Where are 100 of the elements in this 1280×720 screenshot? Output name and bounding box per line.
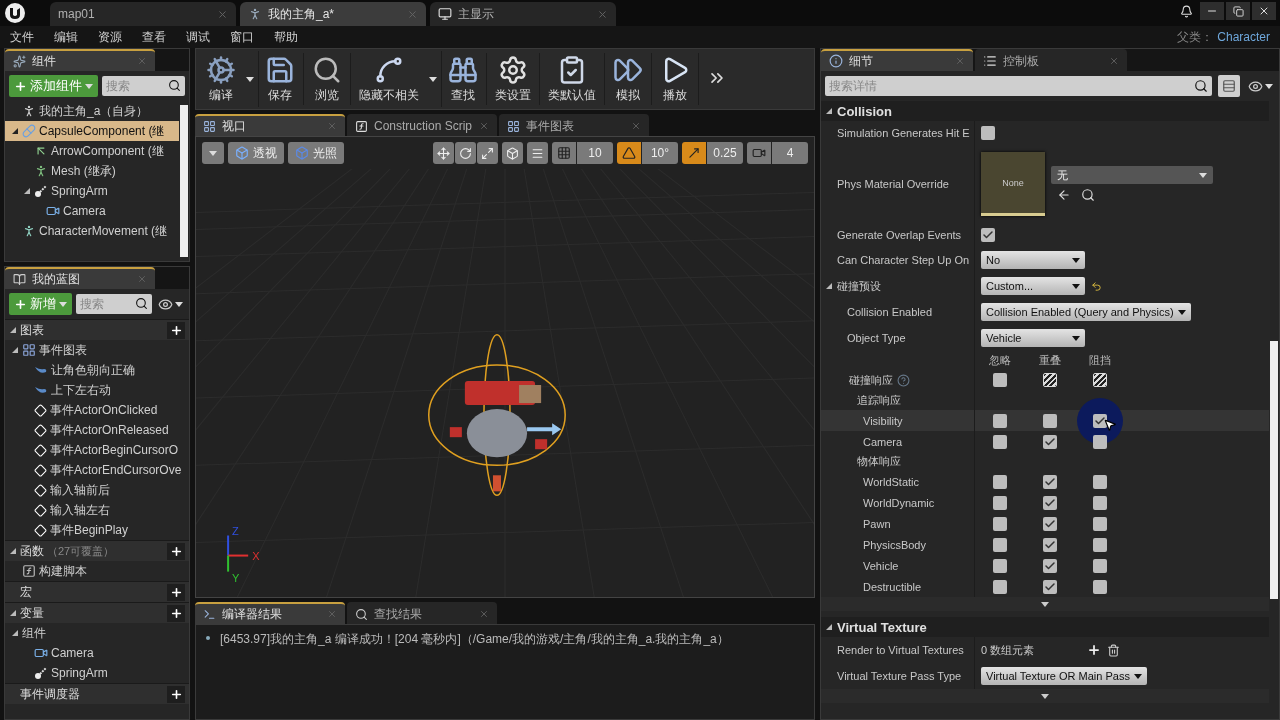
checkbox[interactable] (993, 495, 1007, 510)
tree-item[interactable]: 事件BeginPlay (5, 520, 189, 540)
section-header[interactable]: 图表 (5, 319, 189, 340)
tree-item[interactable]: 事件图表 (5, 340, 189, 360)
checkbox[interactable] (993, 373, 1007, 387)
tree-item[interactable]: 事件ActorBeginCursorO (5, 440, 189, 460)
checkbox[interactable] (1093, 579, 1107, 594)
coordinate-space-button[interactable] (502, 142, 523, 164)
disclosure-triangle[interactable] (23, 187, 31, 195)
snap-value[interactable]: 10 (577, 142, 613, 164)
checkbox[interactable] (1043, 413, 1057, 428)
help-icon[interactable] (897, 373, 910, 387)
list-view-button[interactable] (1218, 75, 1240, 97)
panel-tab[interactable]: 我的蓝图 (5, 267, 155, 289)
move-tool-button[interactable] (433, 142, 454, 164)
document-tab[interactable]: map01 (50, 2, 236, 26)
disclosure-triangle[interactable] (825, 623, 833, 631)
tree-item[interactable]: Camera (5, 643, 189, 663)
section-header[interactable]: 函数 （27可覆盖） (5, 540, 189, 561)
tree-item[interactable]: 让角色朝向正确 (5, 360, 189, 380)
tree-item[interactable]: CharacterMovement (继 (5, 221, 179, 241)
search-field[interactable]: 搜索 (102, 76, 185, 96)
panel-tab[interactable]: 组件 (5, 49, 155, 71)
dropdown[interactable]: Custom... (981, 277, 1085, 295)
panel-tab[interactable]: 控制板 (975, 49, 1127, 71)
tree-item[interactable]: SpringArm (5, 663, 189, 683)
close-icon[interactable] (597, 8, 608, 20)
tree-item[interactable]: ArrowComponent (继 (5, 141, 179, 161)
snap-value[interactable]: 4 (772, 142, 808, 164)
tree-item[interactable]: 我的主角_a（自身） (5, 101, 179, 121)
scrollbar-thumb[interactable] (1270, 341, 1278, 599)
checkbox[interactable] (993, 516, 1007, 531)
viewport-menu-button[interactable] (202, 142, 224, 164)
add-button[interactable] (167, 321, 185, 339)
checkbox[interactable] (993, 579, 1007, 594)
toolbar-button[interactable]: 隐藏不相关 (353, 51, 425, 107)
panel-tab[interactable]: 事件图表 (499, 114, 649, 136)
panel-tab[interactable]: 查找结果 (347, 602, 497, 624)
menu-item[interactable]: 帮助 (274, 28, 298, 46)
checkbox[interactable] (1043, 434, 1057, 449)
checkbox[interactable] (981, 126, 995, 140)
checkbox[interactable] (1093, 558, 1107, 573)
menu-item[interactable]: 查看 (142, 28, 166, 46)
add-button[interactable] (167, 604, 185, 622)
dropdown[interactable]: No (981, 251, 1085, 269)
panel-tab[interactable]: 视口 (195, 114, 345, 136)
rotate-tool-button[interactable] (455, 142, 476, 164)
tree-item[interactable]: 输入轴左右 (5, 500, 189, 520)
tree-item[interactable]: Mesh (继承) (5, 161, 179, 181)
disclosure-triangle[interactable] (825, 107, 833, 115)
checkbox[interactable] (1093, 495, 1107, 510)
parent-class-link[interactable]: Character (1217, 30, 1270, 44)
surface-snap-button[interactable] (527, 142, 548, 164)
panel-tab[interactable]: Construction Scrip (347, 114, 497, 136)
snap-toggle[interactable] (682, 142, 706, 164)
tree-item[interactable]: 构建脚本 (5, 561, 189, 581)
checkbox[interactable] (1093, 516, 1107, 531)
menu-item[interactable]: 编辑 (54, 28, 78, 46)
panel-tab[interactable]: 细节 (821, 49, 973, 71)
disclosure-triangle[interactable] (11, 127, 19, 135)
reset-arrow-icon[interactable] (1091, 280, 1102, 292)
checkbox[interactable] (993, 413, 1007, 428)
checkbox[interactable] (993, 537, 1007, 552)
disclosure-triangle[interactable] (11, 346, 19, 354)
checkbox[interactable] (1043, 579, 1057, 594)
panel-tab[interactable]: 编译器结果 (195, 602, 345, 624)
snap-toggle[interactable] (617, 142, 641, 164)
toolbar-button[interactable]: 查找 (442, 51, 484, 107)
disclosure-triangle[interactable] (9, 609, 17, 617)
scrollbar-thumb[interactable] (180, 105, 188, 257)
tree-item[interactable]: 事件ActorOnReleased (5, 420, 189, 440)
disclosure-triangle[interactable] (825, 282, 833, 290)
toolbar-button[interactable]: 类默认值 (542, 51, 602, 107)
trash-icon[interactable] (1107, 643, 1120, 657)
section-header[interactable]: 事件调度器 (5, 683, 189, 704)
menu-item[interactable]: 窗口 (230, 28, 254, 46)
checkbox[interactable] (1043, 495, 1057, 510)
checkbox[interactable] (981, 228, 995, 242)
tree-item[interactable]: 事件ActorEndCursorOve (5, 460, 189, 480)
checkbox[interactable] (1093, 537, 1107, 552)
disclosure-triangle[interactable] (9, 326, 17, 334)
toolbar-button[interactable]: 浏览 (306, 51, 348, 107)
add-button[interactable] (167, 542, 185, 560)
disclosure-triangle[interactable] (11, 629, 19, 637)
checkbox[interactable] (993, 474, 1007, 489)
document-tab[interactable]: 主显示 (430, 2, 616, 26)
toolbar-button[interactable]: 模拟 (607, 51, 649, 107)
tree-item[interactable]: 组件 (5, 623, 189, 643)
new-button[interactable]: 新增 (9, 293, 72, 315)
toolbar-button[interactable]: 编译 (200, 51, 242, 107)
add-button[interactable] (167, 685, 185, 703)
minimize-button[interactable] (1200, 2, 1224, 20)
dropdown[interactable]: Virtual Texture OR Main Pass (981, 667, 1147, 685)
checkbox[interactable] (993, 558, 1007, 573)
checkbox[interactable] (1043, 516, 1057, 531)
add-icon[interactable] (1087, 643, 1101, 657)
asset-dropdown[interactable]: 无 (1051, 166, 1213, 184)
checkbox[interactable] (1043, 474, 1057, 489)
checkbox[interactable] (993, 434, 1007, 449)
dropdown[interactable]: Collision Enabled (Query and Physics) (981, 303, 1191, 321)
